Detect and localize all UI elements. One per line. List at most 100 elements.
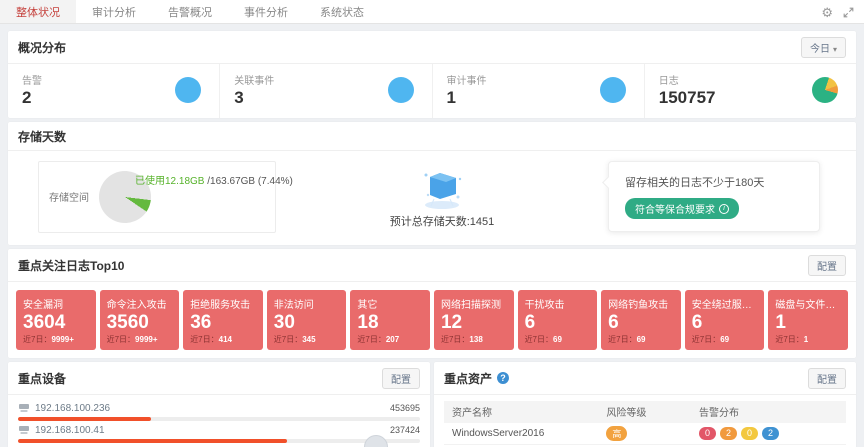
top10-recent-value: 9999+ <box>51 335 73 344</box>
log-pie-icon <box>812 77 838 103</box>
asset-row[interactable]: WindowsServer2016 高 0 2 0 2 <box>444 423 846 445</box>
stat-logs: 日志 150757 <box>645 64 856 118</box>
top-tab-bar: 整体状况 审计分析 告警概况 事件分析 系统状态 ⚙ <box>0 0 864 24</box>
tab-overall-status[interactable]: 整体状况 <box>0 0 76 23</box>
time-range-value: 今日 <box>810 44 830 55</box>
stat-value: 2 <box>22 89 42 108</box>
stat-value: 3 <box>234 89 274 108</box>
stat-correlated-events: 关联事件 3 <box>220 64 432 118</box>
top10-recent-label: 近7日： <box>692 335 720 344</box>
storage-usage-text: 已使用12.18GB /163.67GB (7.44%) <box>135 172 293 187</box>
top10-recent-value: 414 <box>219 335 232 344</box>
top10-recent-value: 207 <box>386 335 399 344</box>
storage-card: 存储天数 存储空间 已使用12.18GB /163.67GB (7.44%) <box>8 122 856 245</box>
top10-recent-label: 近7日： <box>775 335 803 344</box>
top10-recent-value: 69 <box>720 335 729 344</box>
top10-item-title: 其它 <box>357 296 423 311</box>
top10-item-cmd-injection[interactable]: 命令注入攻击 3560 近7日：9999+ <box>100 290 180 350</box>
devices-title: 重点设备 <box>18 370 66 387</box>
top10-item-dos-attack[interactable]: 拒绝服务攻击 36 近7日：414 <box>183 290 263 350</box>
device-icon <box>18 403 30 413</box>
top10-item-phishing[interactable]: 网络钓鱼攻击 6 近7日：69 <box>601 290 681 350</box>
device-row[interactable]: 192.168.100.41 237424 <box>18 421 420 443</box>
storage-days-text: 预计总存储天数:1451 <box>390 213 495 229</box>
top10-item-illegal-access[interactable]: 非法访问 30 近7日：345 <box>267 290 347 350</box>
alarm-badge-low: 2 <box>762 427 779 440</box>
top10-item-title: 网络扫描探测 <box>441 296 507 311</box>
chevron-down-icon: ▾ <box>833 45 837 54</box>
storage-space-label: 存储空间 <box>49 189 89 204</box>
device-row[interactable]: 192.168.100.207 2106416 <box>18 443 420 447</box>
overview-title: 概况分布 <box>18 39 66 56</box>
top10-recent-value: 1 <box>804 335 808 344</box>
top10-config-button[interactable]: 配置 <box>808 255 846 276</box>
top10-item-security-vuln[interactable]: 安全漏洞 3604 近7日：9999+ <box>16 290 96 350</box>
col-alarm-distribution: 告警分布 <box>699 404 838 419</box>
storage-title: 存储天数 <box>18 128 66 145</box>
gear-icon[interactable]: ⚙ <box>821 6 833 19</box>
alarm-badge-medium: 0 <box>741 427 758 440</box>
device-row[interactable]: 192.168.100.236 453695 <box>18 399 420 421</box>
compliance-badge-label: 符合等保合规要求 <box>635 201 715 216</box>
info-icon: i <box>719 204 729 214</box>
tab-alert-overview[interactable]: 告警概况 <box>152 0 228 23</box>
key-assets-card: 重点资产 ? 配置 资产名称 风险等级 告警分布 WindowsServer20… <box>434 362 856 447</box>
top10-item-value: 18 <box>357 311 423 335</box>
top10-item-value: 36 <box>190 311 256 335</box>
stat-value: 150757 <box>659 89 716 108</box>
top10-item-title: 安全漏洞 <box>23 296 89 311</box>
storage-space-panel: 存储空间 已使用12.18GB /163.67GB (7.44%) <box>38 161 276 233</box>
alert-circle-icon <box>175 77 201 103</box>
alarm-badge-high: 2 <box>720 427 737 440</box>
stat-label: 关联事件 <box>234 72 274 87</box>
device-value: 453695 <box>390 403 420 413</box>
assets-config-button[interactable]: 配置 <box>808 368 846 389</box>
device-ip: 192.168.100.236 <box>35 403 110 414</box>
overview-card: 概况分布 今日▾ 告警 2 关联事件 3 <box>8 31 856 118</box>
top10-item-network-scan[interactable]: 网络扫描探测 12 近7日：138 <box>434 290 514 350</box>
fullscreen-icon[interactable] <box>843 7 854 18</box>
top10-item-value: 30 <box>274 311 340 335</box>
top10-recent-value: 345 <box>302 335 315 344</box>
storage-days-panel: 预计总存储天数:1451 <box>276 165 608 229</box>
top10-recent-label: 近7日： <box>441 335 469 344</box>
top10-item-value: 1 <box>775 311 841 335</box>
tab-audit-analysis[interactable]: 审计分析 <box>76 0 152 23</box>
top10-recent-label: 近7日： <box>107 335 135 344</box>
storage-total-text: /163.67GB (7.44%) <box>207 176 293 187</box>
top10-item-value: 6 <box>692 311 758 335</box>
top10-recent-label: 近7日： <box>525 335 553 344</box>
stat-value: 1 <box>447 89 487 108</box>
top10-recent-value: 9999+ <box>135 335 157 344</box>
top10-item-interference[interactable]: 干扰攻击 6 近7日：69 <box>518 290 598 350</box>
top10-title: 重点关注日志Top10 <box>18 257 124 274</box>
assets-title: 重点资产 <box>444 370 492 387</box>
top10-item-value: 3560 <box>107 311 173 335</box>
compliance-badge-button[interactable]: 符合等保合规要求 i <box>625 198 739 219</box>
devices-config-button[interactable]: 配置 <box>382 368 420 389</box>
tab-system-status[interactable]: 系统状态 <box>304 0 380 23</box>
top10-recent-label: 近7日： <box>23 335 51 344</box>
stat-alerts: 告警 2 <box>8 64 220 118</box>
top10-item-security-bypass[interactable]: 安全绕过服务攻击 6 近7日：69 <box>685 290 765 350</box>
top10-recent-label: 近7日： <box>608 335 636 344</box>
top10-item-disk-filesystem[interactable]: 磁盘与文件系... 1 近7日：1 <box>768 290 848 350</box>
time-range-dropdown[interactable]: 今日▾ <box>801 37 846 58</box>
help-icon[interactable]: ? <box>497 372 509 384</box>
top10-item-title: 拒绝服务攻击 <box>190 296 256 311</box>
col-risk-level: 风险等级 <box>606 404 699 419</box>
top10-item-value: 6 <box>608 311 674 335</box>
top10-item-title: 干扰攻击 <box>525 296 591 311</box>
top10-item-other[interactable]: 其它 18 近7日：207 <box>350 290 430 350</box>
assets-table-header: 资产名称 风险等级 告警分布 <box>444 401 846 423</box>
top10-item-title: 安全绕过服务攻击 <box>692 296 758 311</box>
top10-item-title: 磁盘与文件系... <box>775 296 841 311</box>
top10-recent-label: 近7日： <box>274 335 302 344</box>
tab-event-analysis[interactable]: 事件分析 <box>228 0 304 23</box>
top10-recent-value: 69 <box>637 335 646 344</box>
key-devices-card: 重点设备 配置 192.168.100.236 453695 192.168.1… <box>8 362 430 447</box>
top10-recent-value: 69 <box>553 335 562 344</box>
alarm-badge-critical: 0 <box>699 427 716 440</box>
stat-label: 日志 <box>659 72 716 87</box>
top10-recent-label: 近7日： <box>357 335 385 344</box>
